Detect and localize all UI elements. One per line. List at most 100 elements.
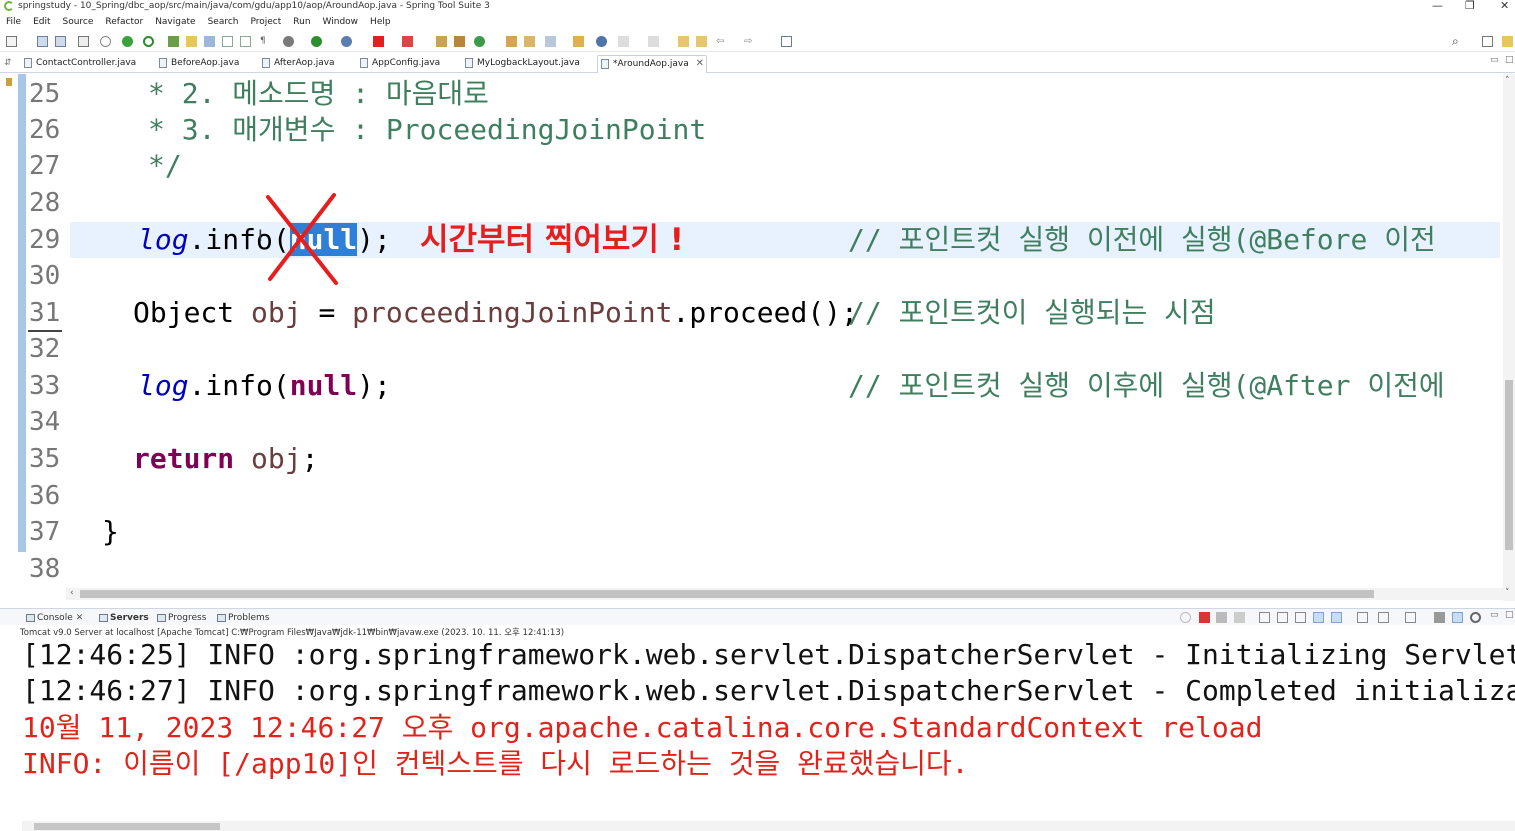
display-selected-console-icon[interactable] <box>1357 612 1368 623</box>
spring-icon[interactable] <box>168 36 179 47</box>
debug-icon[interactable] <box>283 36 294 47</box>
tab-label: Problems <box>228 613 270 623</box>
refresh-icon[interactable] <box>143 36 154 47</box>
gear-icon[interactable] <box>1470 612 1481 623</box>
scroll-down-icon[interactable]: ˅ <box>1505 588 1510 598</box>
tab-my-logback-layout[interactable]: MyLogbackLayout.java <box>462 55 580 73</box>
menu-help[interactable]: Help <box>364 14 397 30</box>
collapse-icon[interactable]: ⇵ <box>4 58 12 68</box>
scrollbar-thumb[interactable] <box>34 823 220 830</box>
skip-breakpoints-icon[interactable] <box>100 36 111 47</box>
tab-servers[interactable]: Servers <box>98 611 149 625</box>
globe-icon[interactable] <box>596 36 607 47</box>
tab-after-aop[interactable]: AfterAop.java <box>259 55 335 73</box>
java-perspective-icon[interactable] <box>1502 36 1513 47</box>
new-class-icon[interactable] <box>474 36 485 47</box>
new-console-icon[interactable] <box>1405 612 1416 623</box>
open-console-icon[interactable] <box>1378 612 1389 623</box>
menu-search[interactable]: Search <box>202 14 245 30</box>
tab-close-icon[interactable]: ✕ <box>696 56 704 72</box>
show-stdout-icon[interactable] <box>1295 612 1306 623</box>
menu-source[interactable]: Source <box>57 14 100 30</box>
pin-editor-icon[interactable] <box>781 36 792 47</box>
scroll-left-icon[interactable]: ‹ <box>70 588 74 598</box>
tab-progress[interactable]: Progress <box>156 611 206 625</box>
tab-contact-controller[interactable]: ContactController.java <box>21 55 136 73</box>
menu-file[interactable]: File <box>0 14 27 30</box>
save-all-icon[interactable] <box>55 36 66 47</box>
edit-icon[interactable] <box>186 36 197 47</box>
line-number: 33 <box>29 371 61 401</box>
server-start-icon[interactable] <box>122 36 133 47</box>
word-wrap-console-icon[interactable] <box>1277 612 1288 623</box>
terminate-icon[interactable] <box>1199 612 1210 623</box>
new-package-icon[interactable] <box>454 36 465 47</box>
maximize-editor-icon[interactable]: □ <box>1505 55 1514 65</box>
menu-edit[interactable]: Edit <box>27 14 56 30</box>
quick-access-search-icon[interactable]: ⌕ <box>1452 35 1463 47</box>
new-java-project-icon[interactable] <box>436 36 447 47</box>
tab-close-icon[interactable]: ✕ <box>76 613 84 623</box>
back-arrow-icon[interactable]: ⇦ <box>716 36 727 47</box>
menu-refactor[interactable]: Refactor <box>99 14 149 30</box>
minimize-button[interactable]: — <box>1432 0 1443 12</box>
tab-app-config[interactable]: AppConfig.java <box>357 55 440 73</box>
scroll-up-icon[interactable]: ˄ <box>1505 76 1510 86</box>
word-wrap-icon[interactable] <box>240 36 251 47</box>
open-perspective-icon[interactable] <box>1482 36 1493 47</box>
menu-navigate[interactable]: Navigate <box>149 14 201 30</box>
code-line-35: return obj; <box>133 441 318 477</box>
last-edit-icon[interactable] <box>678 36 689 47</box>
close-button[interactable]: ✕ <box>1500 0 1509 12</box>
open-task-icon[interactable] <box>524 36 535 47</box>
open-type-icon[interactable] <box>506 36 517 47</box>
tab-label: Progress <box>168 613 207 623</box>
scroll-lock-icon[interactable] <box>1259 612 1270 623</box>
open-folder-icon[interactable] <box>573 36 584 47</box>
next-annotation-icon[interactable] <box>618 36 629 47</box>
coverage-icon[interactable] <box>341 36 352 47</box>
save-icon[interactable] <box>37 36 48 47</box>
run-icon[interactable] <box>311 36 322 47</box>
pin-console-icon[interactable] <box>1331 612 1342 623</box>
scrollbar-thumb[interactable] <box>80 590 1374 598</box>
search-tool-icon[interactable] <box>545 36 556 47</box>
editor-horizontal-scrollbar[interactable]: ‹ <box>66 588 1503 600</box>
tab-before-aop[interactable]: BeforeAop.java <box>156 55 239 73</box>
mark-occurrences-icon[interactable] <box>204 36 215 47</box>
prev-annotation-icon[interactable] <box>648 36 659 47</box>
info-call: .info( <box>188 369 290 402</box>
scrollbar-thumb[interactable] <box>1505 380 1513 550</box>
back-icon[interactable] <box>696 36 707 47</box>
tab-problems[interactable]: Problems <box>216 611 269 625</box>
block-selection-icon[interactable] <box>222 36 233 47</box>
stop-icon[interactable] <box>373 36 384 47</box>
maximize-button[interactable]: ❐ <box>1465 0 1475 12</box>
remove-all-terminated-icon[interactable] <box>1216 612 1227 623</box>
show-stderr-icon[interactable] <box>1313 612 1324 623</box>
console-line: INFO: 이름이 [/app10]인 컨텍스트를 다시 로드하는 것을 완료했… <box>22 747 969 780</box>
clear-console-icon[interactable] <box>1234 612 1245 623</box>
tab-around-aop[interactable]: *AroundAop.java ✕ <box>597 55 707 73</box>
minimize-view-icon[interactable]: ▭ <box>1490 610 1499 620</box>
minimize-editor-icon[interactable]: ▭ <box>1490 55 1499 65</box>
link-icon[interactable] <box>1452 612 1463 623</box>
print-icon[interactable] <box>78 36 89 47</box>
console-settings-icon[interactable] <box>1434 612 1445 623</box>
console-output[interactable]: [12:46:25] INFO :org.springframework.web… <box>0 637 1515 820</box>
forward-arrow-icon[interactable]: ⇨ <box>744 36 755 47</box>
tab-console[interactable]: Console ✕ <box>25 611 83 625</box>
code-line-26: * 3. 매개변수 : ProceedingJoinPoint <box>148 113 707 146</box>
remove-launch-icon[interactable] <box>1180 612 1191 623</box>
new-file-icon[interactable] <box>6 36 17 47</box>
menu-project[interactable]: Project <box>244 14 287 30</box>
menu-run[interactable]: Run <box>287 14 316 30</box>
line-number: 27 <box>29 151 61 181</box>
menu-window[interactable]: Window <box>317 14 365 30</box>
console-horizontal-scrollbar[interactable] <box>22 821 1515 831</box>
pilcrow-icon[interactable]: ¶ <box>260 36 271 47</box>
external-tools-icon[interactable] <box>402 36 413 47</box>
maximize-view-icon[interactable]: □ <box>1505 610 1514 620</box>
code-editor[interactable]: 25 26 27 28 29 30 31 32 33 34 35 36 37 3… <box>0 74 1515 601</box>
editor-vertical-scrollbar[interactable]: ˄ ˅ <box>1503 74 1515 601</box>
